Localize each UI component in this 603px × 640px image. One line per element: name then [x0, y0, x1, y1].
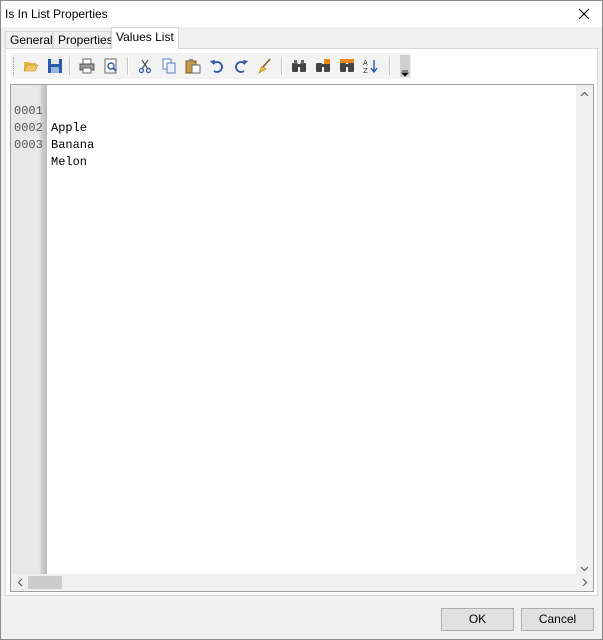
line-number: 0003 — [14, 138, 43, 152]
undo-icon — [210, 60, 223, 73]
paste-button[interactable] — [183, 56, 203, 76]
tab-values-list[interactable]: Values List — [111, 27, 179, 49]
horizontal-scroll-thumb[interactable] — [28, 576, 62, 589]
vertical-scrollbar[interactable] — [576, 85, 593, 577]
horizontal-scrollbar[interactable] — [11, 574, 593, 591]
cut-button[interactable] — [135, 56, 155, 76]
open-folder-icon — [23, 62, 39, 72]
sort-button[interactable]: AZ — [361, 56, 381, 76]
toolbar-separator — [389, 57, 391, 75]
toolbar-separator — [69, 57, 71, 75]
toolbar-separator — [281, 57, 283, 75]
editor-line[interactable]: 0002 Banana — [11, 103, 94, 152]
redo-icon — [235, 60, 248, 73]
open-button[interactable] — [21, 56, 41, 76]
copy-button[interactable] — [159, 56, 179, 76]
editor-line[interactable]: 0001 Apple — [11, 86, 87, 135]
toolbar-separator — [127, 57, 129, 75]
values-editor[interactable]: 0001 Apple 0002 Banana 0003 Melon — [10, 84, 594, 592]
toolbar-grip[interactable] — [13, 57, 17, 75]
replace-icon — [340, 59, 354, 72]
chevron-left-icon — [17, 578, 22, 587]
window-title: Is In List Properties — [5, 7, 108, 21]
line-text[interactable]: Melon — [51, 154, 87, 171]
toolbar-overflow-button[interactable] — [400, 55, 410, 77]
paste-icon — [185, 59, 201, 74]
chevron-up-icon — [580, 91, 589, 96]
scroll-up-button[interactable] — [576, 85, 593, 102]
chevron-right-icon — [582, 578, 587, 587]
clear-button[interactable] — [255, 56, 275, 76]
ok-button[interactable]: OK — [441, 608, 514, 631]
find-next-icon — [316, 59, 330, 72]
svg-text:Z: Z — [363, 67, 368, 74]
scroll-left-button[interactable] — [11, 574, 28, 591]
title-bar: Is In List Properties — [1, 1, 602, 27]
tab-general[interactable]: General — [5, 31, 53, 49]
print-button[interactable] — [77, 56, 97, 76]
svg-text:A: A — [363, 59, 368, 67]
editor-line[interactable]: 0003 Melon — [11, 120, 87, 169]
chevron-down-icon — [580, 566, 589, 571]
print-preview-button[interactable] — [101, 56, 121, 76]
undo-button[interactable] — [207, 56, 227, 76]
scroll-right-button[interactable] — [576, 574, 593, 591]
sort-icon: AZ — [363, 59, 378, 74]
replace-button[interactable] — [337, 56, 357, 76]
find-next-button[interactable] — [313, 56, 333, 76]
save-icon — [48, 59, 62, 73]
find-button[interactable] — [289, 56, 309, 76]
save-button[interactable] — [45, 56, 65, 76]
copy-icon — [162, 58, 176, 74]
editor-lines: 0001 Apple 0002 Banana 0003 Melon — [11, 86, 94, 169]
toolbar-overflow-icon — [401, 70, 409, 77]
values-list-panel: AZ 0001 Apple 0002 Banana 0003 Melon — [5, 48, 598, 596]
clear-icon — [258, 58, 271, 74]
close-icon — [578, 8, 590, 20]
find-icon — [292, 60, 306, 72]
close-button[interactable] — [567, 1, 601, 27]
tab-properties[interactable]: Properties — [53, 31, 113, 49]
print-preview-icon — [104, 58, 117, 74]
print-icon — [79, 58, 95, 74]
dialog-window: Is In List Properties General Properties… — [0, 0, 603, 640]
cancel-button[interactable]: Cancel — [521, 608, 594, 631]
editor-toolbar: AZ — [11, 53, 411, 79]
redo-button[interactable] — [231, 56, 251, 76]
cut-icon — [138, 59, 152, 74]
